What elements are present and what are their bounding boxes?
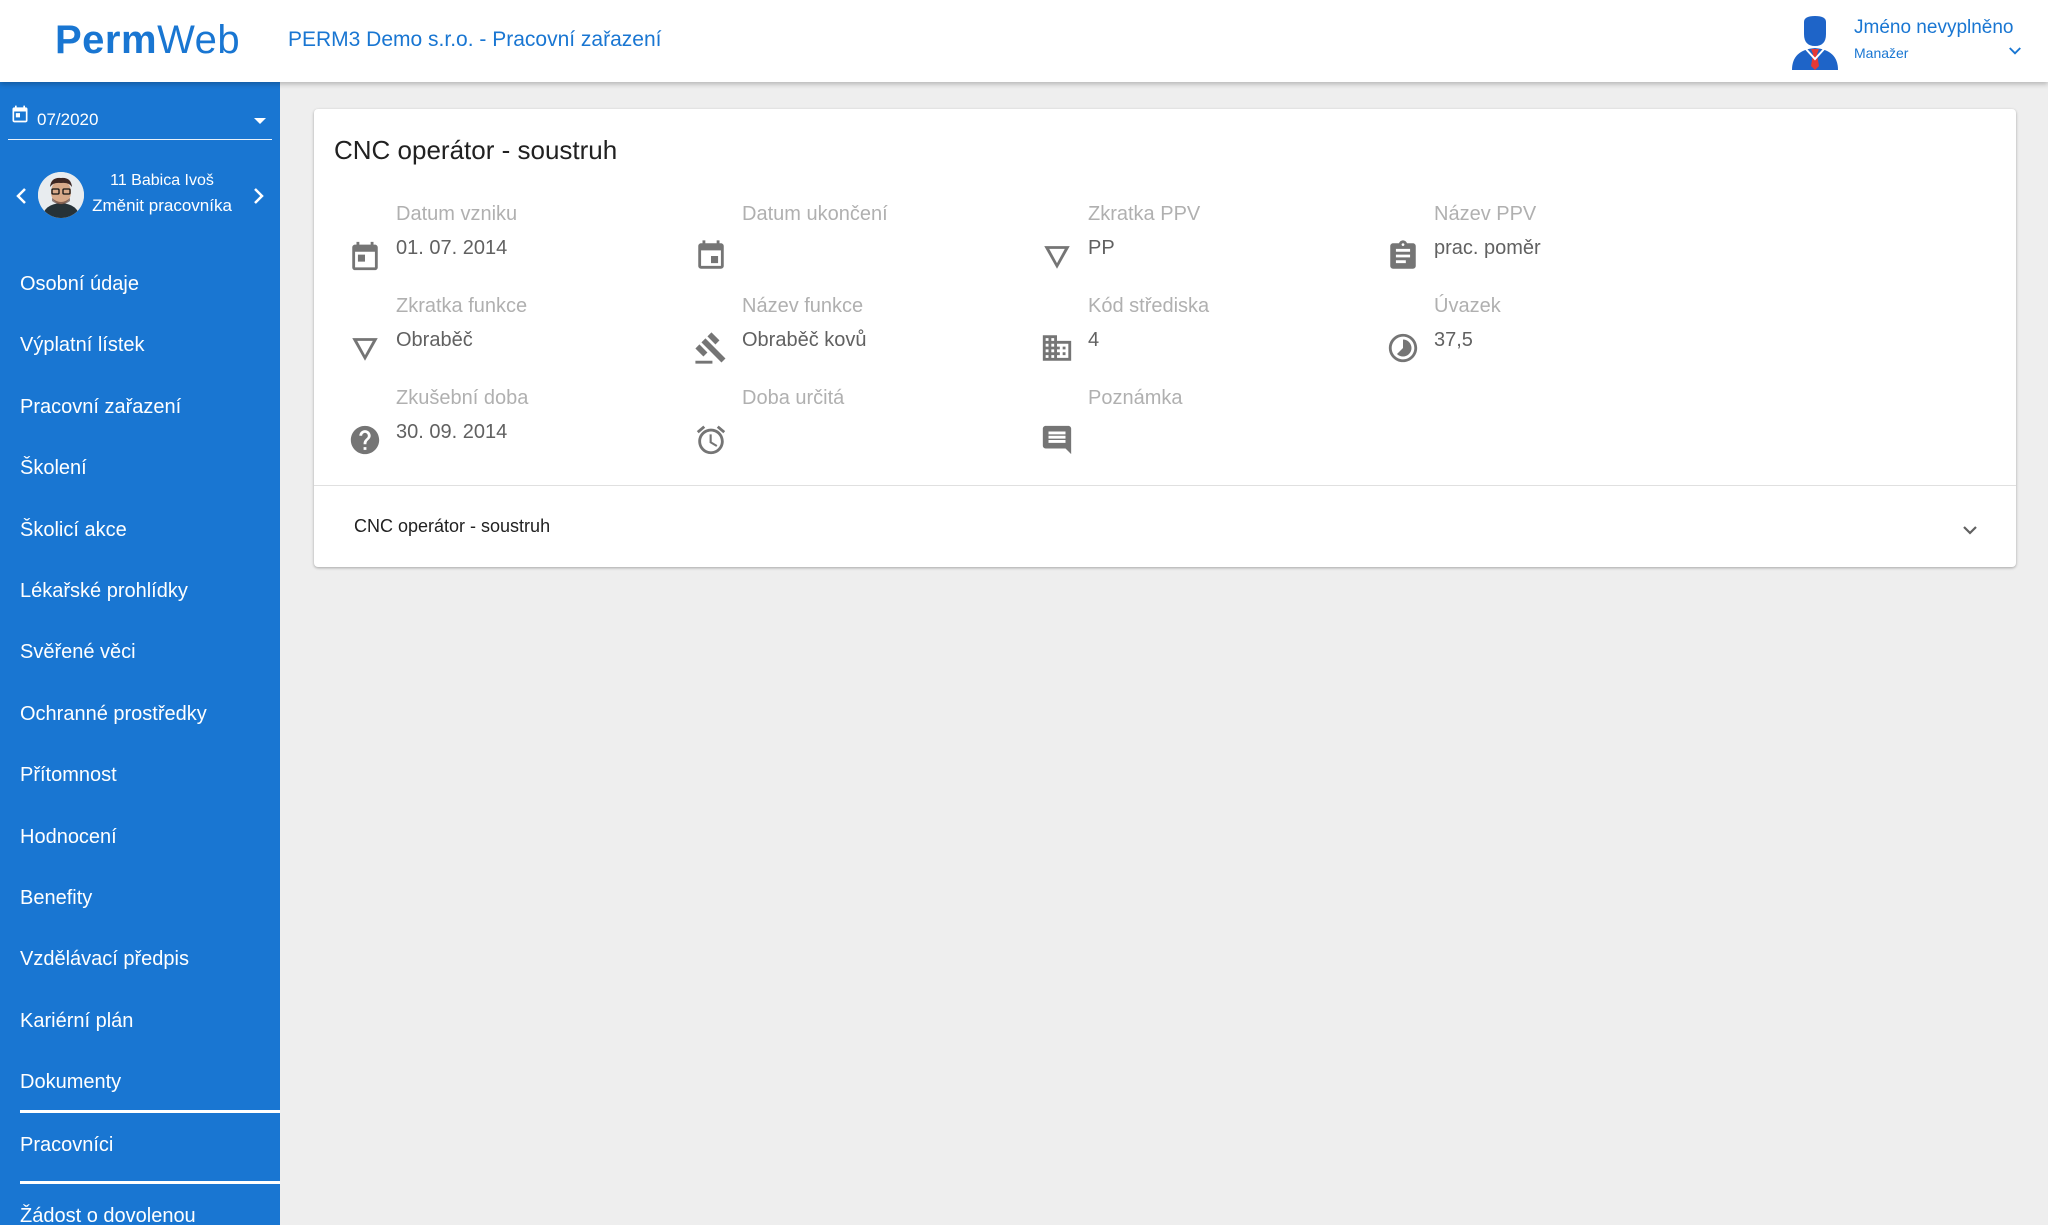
user-avatar-icon [1792,16,1838,70]
field-label: Úvazek [1434,295,1501,317]
field-label: Název PPV [1434,203,1537,225]
field-value: 30. 09. 2014 [396,421,508,443]
field-value: prac. poměr [1434,237,1541,259]
sidebar-item-dokumenty[interactable]: Dokumenty [0,1052,280,1113]
expansion-panel-header[interactable]: CNC operátor - soustruh [314,486,2016,567]
sidebar-item-vyplatni-listek[interactable]: Výplatní lístek [0,315,280,376]
expansion-panel-label: CNC operátor - soustruh [354,516,551,536]
user-role: Manažer [1854,45,1909,61]
field-poznamka: Poznámka [1006,387,1346,457]
sidebar-item-pracovni-zarazeni[interactable]: Pracovní zařazení [0,377,280,438]
field-label: Zkratka PPV [1088,203,1201,225]
user-name: Jméno nevyplněno [1854,17,2014,38]
sidebar-nav: Osobní údaje Výplatní lístek Pracovní za… [0,254,280,1113]
field-nazev-ppv: Název PPV prac. poměr [1352,203,1692,273]
field-label: Doba určitá [742,387,845,409]
period-select[interactable]: 07/2020 [8,104,272,140]
logo-part-perm: Perm [55,18,158,62]
sidebar-item-sverene-veci[interactable]: Svěřené věci [0,622,280,683]
field-label: Kód střediska [1088,295,1210,317]
employee-avatar [38,172,84,218]
field-label: Datum ukončení [742,203,888,225]
logo-part-web: Web [157,18,241,62]
chevron-left-icon[interactable] [10,184,34,208]
sidebar-item-osobni-udaje[interactable]: Osobní údaje [0,254,280,315]
sidebar-item-lekarske-prohlidky[interactable]: Lékařské prohlídky [0,561,280,622]
field-value: PP [1088,237,1115,259]
gavel-icon [695,332,726,364]
sidebar-item-ochranne-prostredky[interactable]: Ochranné prostředky [0,684,280,745]
dropdown-caret-icon [254,118,266,124]
sidebar-divider [20,1181,280,1184]
calendar-event-icon [698,240,724,269]
field-label: Poznámka [1088,387,1183,409]
top-app-bar: PermWeb PERM3 Demo s.r.o. - Pracovní zař… [0,0,2048,82]
chevron-right-icon[interactable] [246,184,270,208]
field-value: Obraběč kovů [742,329,867,351]
field-zkratka-funkce: Zkratka funkce Obraběč [314,295,654,365]
help-circle-icon [350,425,380,455]
field-doba-urcita: Doba určitá [660,387,1000,457]
period-value: 07/2020 [37,110,99,129]
field-zkusebni-doba: Zkušební doba 30. 09. 2014 [314,387,654,457]
chevron-down-icon [1963,526,1977,535]
sidebar-item-pritomnost[interactable]: Přítomnost [0,745,280,806]
sidebar-item-vzdelavaci-predpis[interactable]: Vzdělávací předpis [0,929,280,990]
sidebar-item-skolici-akce[interactable]: Školicí akce [0,500,280,561]
field-value: 4 [1088,329,1100,351]
timelapse-icon [1388,333,1418,363]
comment-icon [1042,425,1072,455]
alarm-icon [696,425,726,455]
calendar-icon [12,105,28,123]
field-value: Obraběč [396,329,473,351]
sidebar-divider [20,1110,280,1113]
field-datum-vzniku: Datum vzniku 01. 07. 2014 [314,203,654,273]
field-nazev-funkce: Název funkce Obraběč kovů [660,295,1000,365]
chevron-down-icon [2009,47,2021,55]
sidebar: 07/2020 11 Babica Ivoš Změnit pracovníka… [0,82,280,1225]
clipboard-icon [1390,240,1416,269]
user-menu-button[interactable]: Jméno nevyplněno Manažer [1790,12,2040,72]
field-datum-ukonceni: Datum ukončení [660,203,1000,273]
field-label: Zkratka funkce [396,295,528,317]
triangle-down-icon [1044,246,1070,269]
sidebar-item-hodnoceni[interactable]: Hodnocení [0,807,280,868]
app-logo[interactable]: PermWeb [55,18,240,63]
sidebar-item-benefity[interactable]: Benefity [0,868,280,929]
card-title: CNC operátor - soustruh [334,135,618,165]
field-label: Datum vzniku [396,203,518,225]
field-kod-strediska: Kód střediska 4 [1006,295,1346,365]
field-value: 37,5 [1434,329,1473,351]
sidebar-item-karierni-plan[interactable]: Kariérní plán [0,991,280,1052]
sidebar-item-pracovnici[interactable]: Pracovníci [20,1134,113,1157]
sidebar-item-skoleni[interactable]: Školení [0,438,280,499]
field-label: Zkušební doba [396,387,529,409]
field-label: Název funkce [742,295,864,317]
calendar-icon [352,241,378,271]
field-uvazek: Úvazek 37,5 [1352,295,1692,365]
employee-name: 11 Babica Ivoš [110,172,214,189]
job-assignment-card: CNC operátor - soustruh Datum vzniku 01.… [314,109,2016,567]
sidebar-item-zadost-o-dovolenou[interactable]: Žádost o dovolenou [20,1205,196,1225]
page-title: PERM3 Demo s.r.o. - Pracovní zařazení [288,28,662,51]
triangle-down-icon [352,338,378,361]
building-icon [1042,335,1072,361]
field-value: 01. 07. 2014 [396,237,508,259]
field-zkratka-ppv: Zkratka PPV PP [1006,203,1346,273]
change-employee-link[interactable]: Změnit pracovníka [86,196,238,216]
